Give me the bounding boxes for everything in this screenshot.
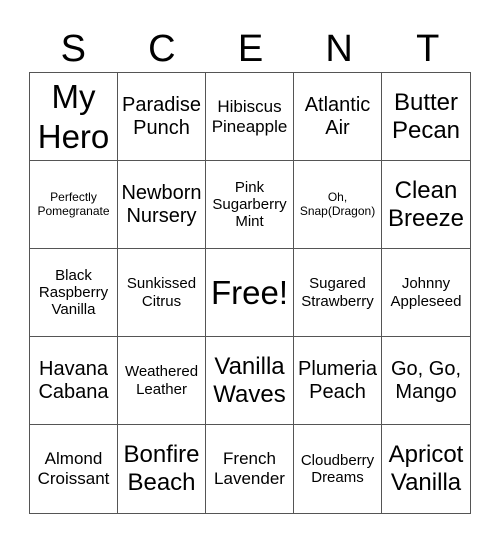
bingo-cell[interactable]: Sugared Strawberry xyxy=(294,249,382,337)
bingo-cell[interactable]: Plumeria Peach xyxy=(294,337,382,425)
header-letter: S xyxy=(60,28,86,70)
bingo-header: S C E N T xyxy=(29,26,472,72)
bingo-cell[interactable]: Black Raspberry Vanilla xyxy=(30,249,118,337)
bingo-cell[interactable]: Newborn Nursery xyxy=(118,161,206,249)
bingo-cell[interactable]: Paradise Punch xyxy=(118,73,206,161)
bingo-cell[interactable]: Atlantic Air xyxy=(294,73,382,161)
bingo-cell[interactable]: Oh, Snap(Dragon) xyxy=(294,161,382,249)
header-letter: N xyxy=(325,28,353,70)
bingo-cell[interactable]: Pink Sugarberry Mint xyxy=(206,161,294,249)
bingo-cell[interactable]: French Lavender xyxy=(206,425,294,513)
bingo-cell[interactable]: Clean Breeze xyxy=(382,161,470,249)
bingo-cell[interactable]: Butter Pecan xyxy=(382,73,470,161)
bingo-cell[interactable]: Bonfire Beach xyxy=(118,425,206,513)
bingo-cell[interactable]: Johnny Appleseed xyxy=(382,249,470,337)
bingo-cell[interactable]: Sunkissed Citrus xyxy=(118,249,206,337)
bingo-cell[interactable]: Perfectly Pomegranate xyxy=(30,161,118,249)
bingo-cell[interactable]: Apricot Vanilla xyxy=(382,425,470,513)
bingo-cell[interactable]: Go, Go, Mango xyxy=(382,337,470,425)
bingo-board: My Hero Paradise Punch Hibiscus Pineapple A… xyxy=(29,72,471,514)
free-space-cell[interactable]: Free! xyxy=(206,249,294,337)
bingo-cell[interactable]: Weathered Leather xyxy=(118,337,206,425)
header-letter: E xyxy=(237,28,264,70)
bingo-cell[interactable]: My Hero xyxy=(30,73,118,161)
bingo-cell[interactable]: Hibiscus Pineapple xyxy=(206,73,294,161)
bingo-cell[interactable]: Havana Cabana xyxy=(30,337,118,425)
bingo-cell[interactable]: Almond Croissant xyxy=(30,425,118,513)
bingo-cell[interactable]: Vanilla Waves xyxy=(206,337,294,425)
header-letter: C xyxy=(148,28,176,70)
header-letter: T xyxy=(416,28,440,70)
bingo-cell[interactable]: Cloudberry Dreams xyxy=(294,425,382,513)
